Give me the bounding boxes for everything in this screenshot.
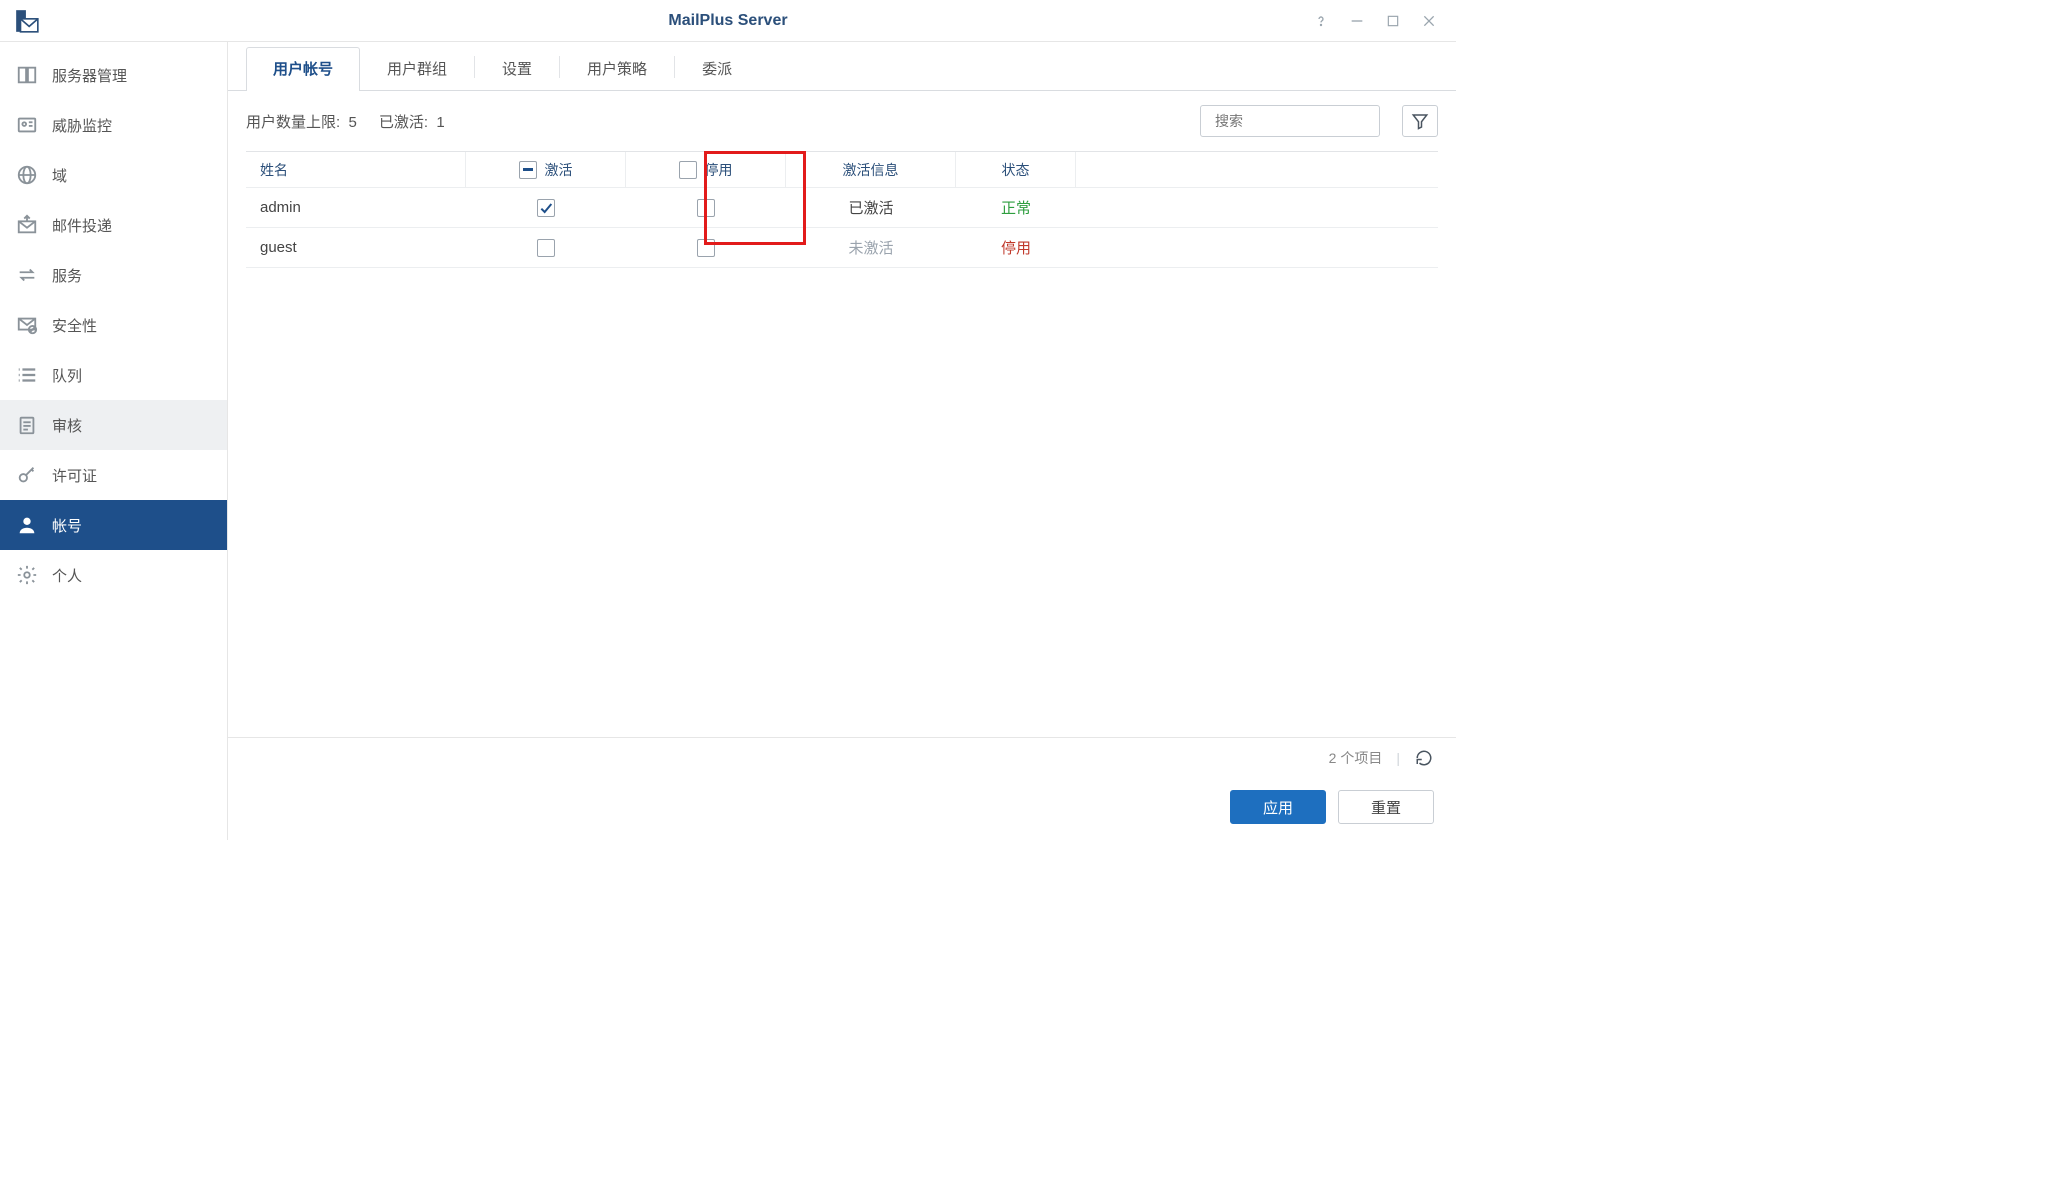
id-card-icon	[14, 112, 40, 138]
user-limit-label: 用户数量上限: 5	[246, 111, 357, 132]
cell-name: guest	[246, 239, 466, 256]
cell-disable	[626, 199, 786, 217]
tab-4[interactable]: 委派	[675, 47, 759, 91]
apply-button[interactable]: 应用	[1230, 790, 1326, 824]
activate-checkbox[interactable]	[537, 199, 555, 217]
footer: 应用 重置	[228, 778, 1456, 840]
table-row[interactable]: guest 未激活停用	[246, 228, 1438, 268]
close-icon[interactable]	[1420, 12, 1438, 30]
sidebar-item-8[interactable]: 许可证	[0, 450, 227, 500]
mail-out-icon	[14, 212, 40, 238]
sidebar-item-9[interactable]: 帐号	[0, 500, 227, 550]
sidebar-item-label: 服务	[52, 265, 82, 286]
col-disable[interactable]: 停用	[626, 152, 786, 187]
gear-icon	[14, 562, 40, 588]
clipboard-icon	[14, 412, 40, 438]
table-header: 姓名 激活 停用 激活信息 状态	[246, 152, 1438, 188]
sidebar-item-0[interactable]: 服务器管理	[0, 50, 227, 100]
sidebar-item-10[interactable]: 个人	[0, 550, 227, 600]
sidebar-item-label: 安全性	[52, 315, 97, 336]
table-row[interactable]: admin 已激活正常	[246, 188, 1438, 228]
sidebar-item-2[interactable]: 域	[0, 150, 227, 200]
sidebar-item-label: 邮件投递	[52, 215, 112, 236]
disable-checkbox[interactable]	[697, 239, 715, 257]
item-count: 2 个项目	[1329, 748, 1383, 768]
col-state[interactable]: 状态	[956, 152, 1076, 187]
window-title: MailPlus Server	[0, 12, 1456, 30]
minimize-icon[interactable]	[1348, 12, 1366, 30]
sidebar-item-5[interactable]: 安全性	[0, 300, 227, 350]
col-activate-info[interactable]: 激活信息	[786, 152, 956, 187]
tab-0[interactable]: 用户帐号	[246, 47, 360, 91]
help-icon[interactable]	[1312, 12, 1330, 30]
sidebar-item-label: 威胁监控	[52, 115, 112, 136]
content-area: 用户帐号用户群组设置用户策略委派 用户数量上限: 5 已激活: 1 姓名	[228, 42, 1456, 840]
sidebar-item-3[interactable]: 邮件投递	[0, 200, 227, 250]
activated-count-label: 已激活: 1	[379, 111, 445, 132]
refresh-button[interactable]	[1414, 748, 1434, 768]
key-icon	[14, 462, 40, 488]
server-icon	[14, 62, 40, 88]
cell-name: admin	[246, 199, 466, 216]
sidebar-item-label: 队列	[52, 365, 82, 386]
globe-icon	[14, 162, 40, 188]
statusbar: 2 个项目 |	[228, 737, 1456, 778]
filter-button[interactable]	[1402, 105, 1438, 137]
user-table: 姓名 激活 停用 激活信息 状态	[246, 151, 1438, 737]
disable-header-checkbox[interactable]	[679, 161, 697, 179]
cell-disable	[626, 239, 786, 257]
sidebar-item-label: 帐号	[52, 515, 82, 536]
search-input[interactable]	[1200, 105, 1380, 137]
titlebar: MailPlus Server	[0, 0, 1456, 42]
maximize-icon[interactable]	[1384, 12, 1402, 30]
sidebar-item-label: 审核	[52, 415, 82, 436]
tabs: 用户帐号用户群组设置用户策略委派	[228, 42, 1456, 91]
list-icon	[14, 362, 40, 388]
sidebar-item-label: 个人	[52, 565, 82, 586]
toolbar: 用户数量上限: 5 已激活: 1	[228, 91, 1456, 151]
tab-1[interactable]: 用户群组	[360, 47, 474, 91]
sidebar-item-label: 许可证	[52, 465, 97, 486]
col-activate[interactable]: 激活	[466, 152, 626, 187]
tab-3[interactable]: 用户策略	[560, 47, 674, 91]
cell-activate-info: 未激活	[786, 237, 956, 258]
tab-2[interactable]: 设置	[475, 47, 559, 91]
disable-checkbox[interactable]	[697, 199, 715, 217]
cell-activate	[466, 199, 626, 217]
cell-activate-info: 已激活	[786, 197, 956, 218]
activate-checkbox[interactable]	[537, 239, 555, 257]
sidebar-item-4[interactable]: 服务	[0, 250, 227, 300]
sidebar: 服务器管理威胁监控域邮件投递服务安全性队列审核许可证帐号个人	[0, 42, 228, 840]
sidebar-item-label: 服务器管理	[52, 65, 127, 86]
cell-activate	[466, 239, 626, 257]
app-icon	[12, 6, 42, 36]
col-name[interactable]: 姓名	[246, 152, 466, 187]
cell-state: 停用	[956, 237, 1076, 258]
mail-shield-icon	[14, 312, 40, 338]
reset-button[interactable]: 重置	[1338, 790, 1434, 824]
cell-state: 正常	[956, 197, 1076, 218]
sidebar-item-6[interactable]: 队列	[0, 350, 227, 400]
person-icon	[14, 512, 40, 538]
funnel-icon	[1411, 112, 1429, 130]
swap-icon	[14, 262, 40, 288]
activate-header-checkbox[interactable]	[519, 161, 537, 179]
sidebar-item-7[interactable]: 审核	[0, 400, 227, 450]
sidebar-item-1[interactable]: 威胁监控	[0, 100, 227, 150]
sidebar-item-label: 域	[52, 165, 67, 186]
